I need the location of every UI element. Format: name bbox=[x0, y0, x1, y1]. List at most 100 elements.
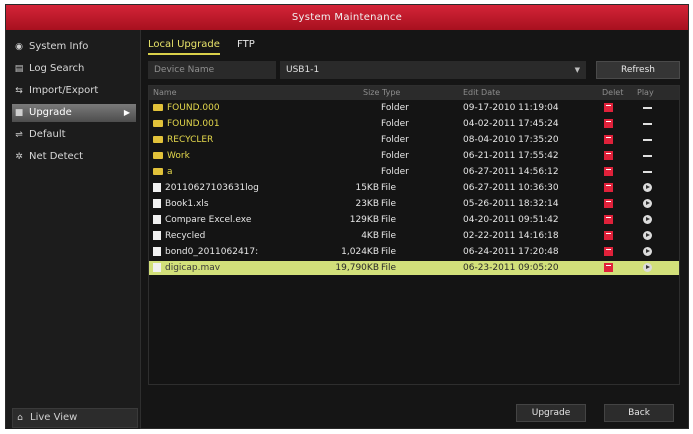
back-button[interactable]: Back bbox=[604, 404, 674, 422]
table-row[interactable]: digicap.mav 19,790KB File 06-23-2011 09:05:… bbox=[149, 261, 679, 275]
file-name-text: FOUND.001 bbox=[167, 119, 220, 129]
file-size: 4KB bbox=[361, 231, 379, 241]
play-icon[interactable] bbox=[639, 229, 655, 245]
file-size: 15KB bbox=[355, 183, 379, 193]
delete-icon[interactable] bbox=[604, 197, 620, 213]
table-row[interactable]: Compare Excel.exe 129KB File 04-20-2011 09:… bbox=[149, 213, 679, 227]
sidebar-item-default[interactable]: ⇌ Default bbox=[12, 126, 136, 144]
sidebar-item-net-detect[interactable]: ✲ Net Detect bbox=[12, 148, 136, 166]
table-row[interactable]: FOUND.000 Folder 09-17-2010 11:19:04 bbox=[149, 101, 679, 115]
dash-icon bbox=[639, 101, 655, 115]
delete-icon[interactable] bbox=[604, 181, 620, 197]
device-name-label: Device Name bbox=[148, 61, 276, 79]
file-name: FOUND.000 bbox=[153, 101, 279, 115]
file-icon bbox=[153, 215, 161, 224]
tab-ftp[interactable]: FTP bbox=[237, 37, 255, 53]
play-icon[interactable] bbox=[639, 181, 655, 197]
table-row[interactable]: Book1.xls 23KB File 05-26-2011 18:32:14 bbox=[149, 197, 679, 211]
file-type: File bbox=[381, 199, 397, 209]
device-select-value: USB1-1 bbox=[286, 65, 320, 75]
delete-icon[interactable] bbox=[604, 149, 620, 165]
upgrade-button[interactable]: Upgrade bbox=[516, 404, 586, 422]
table-row[interactable]: 20110627103631log 15KB File 06-27-2011 10:3… bbox=[149, 181, 679, 195]
sidebar-item-label: Upgrade bbox=[29, 107, 72, 118]
table-row[interactable]: bond0_2011062417: 1,024KB File 06-24-2011 1… bbox=[149, 245, 679, 259]
dash-icon bbox=[639, 133, 655, 147]
file-type: File bbox=[381, 263, 397, 273]
dash-icon bbox=[639, 165, 655, 179]
dash-icon bbox=[639, 149, 655, 163]
file-name: Compare Excel.exe bbox=[153, 213, 279, 227]
file-date: 05-26-2011 18:32:14 bbox=[463, 199, 559, 209]
sidebar-item-upgrade[interactable]: ■ Upgrade ▶ bbox=[12, 104, 136, 122]
main-panel: Local Upgrade FTP Device Name USB1-1 ▼ R… bbox=[144, 33, 684, 426]
header-edit-date: Edit Date bbox=[463, 88, 501, 97]
network-icon: ✲ bbox=[15, 152, 23, 162]
play-icon[interactable] bbox=[639, 245, 655, 261]
sidebar-item-system-info[interactable]: ◉ System Info bbox=[12, 38, 136, 56]
header-play: Play bbox=[637, 88, 654, 97]
chevron-right-icon: ▶ bbox=[123, 108, 130, 117]
file-date: 06-27-2011 10:36:30 bbox=[463, 183, 559, 193]
sidebar: ◉ System Info ▤ Log Search ⇆ Import/Export … bbox=[6, 30, 141, 429]
delete-icon[interactable] bbox=[604, 213, 620, 229]
table-row[interactable]: Recycled 4KB File 02-22-2011 14:16:18 bbox=[149, 229, 679, 243]
delete-icon[interactable] bbox=[604, 165, 620, 181]
sidebar-item-label: Log Search bbox=[29, 63, 85, 74]
file-name-text: 20110627103631log bbox=[165, 183, 259, 193]
file-type: File bbox=[381, 183, 397, 193]
sidebar-item-import-export[interactable]: ⇆ Import/Export bbox=[12, 82, 136, 100]
file-icon bbox=[153, 199, 161, 208]
delete-icon[interactable] bbox=[604, 245, 620, 261]
device-select[interactable]: USB1-1 ▼ bbox=[280, 61, 586, 79]
sidebar-item-label: System Info bbox=[29, 41, 89, 52]
sidebar-item-label: Net Detect bbox=[29, 151, 84, 162]
file-name: Recycled bbox=[153, 229, 279, 243]
file-icon bbox=[153, 263, 161, 272]
file-name-text: RECYCLER bbox=[167, 135, 214, 145]
play-icon[interactable] bbox=[639, 213, 655, 229]
play-icon[interactable] bbox=[639, 261, 655, 277]
file-name: digicap.mav bbox=[153, 261, 279, 275]
upgrade-icon: ■ bbox=[14, 108, 24, 118]
file-name-text: Work bbox=[167, 151, 190, 161]
live-view-label: Live View bbox=[30, 412, 78, 423]
file-type: File bbox=[381, 215, 397, 225]
delete-icon[interactable] bbox=[604, 229, 620, 245]
play-icon[interactable] bbox=[639, 197, 655, 213]
file-date: 06-21-2011 17:55:42 bbox=[463, 151, 559, 161]
file-date: 04-02-2011 17:45:24 bbox=[463, 119, 559, 129]
table-row[interactable]: FOUND.001 Folder 04-02-2011 17:45:24 bbox=[149, 117, 679, 131]
delete-icon[interactable] bbox=[604, 117, 620, 133]
sidebar-item-log-search[interactable]: ▤ Log Search bbox=[12, 60, 136, 78]
file-name-text: Recycled bbox=[165, 231, 206, 241]
tab-local-upgrade[interactable]: Local Upgrade bbox=[148, 37, 220, 55]
file-date: 06-27-2011 14:56:12 bbox=[463, 167, 559, 177]
file-table: Name Size Type Edit Date Delet Play FOUN… bbox=[148, 85, 680, 385]
table-row[interactable]: a Folder 06-27-2011 14:56:12 bbox=[149, 165, 679, 179]
refresh-button[interactable]: Refresh bbox=[596, 61, 680, 79]
file-size: 1,024KB bbox=[341, 247, 379, 257]
file-type: Folder bbox=[381, 119, 409, 129]
folder-icon bbox=[153, 152, 163, 159]
live-view-button[interactable]: ⌂ Live View bbox=[12, 408, 138, 428]
delete-icon[interactable] bbox=[604, 261, 620, 277]
file-type: Folder bbox=[381, 151, 409, 161]
file-date: 02-22-2011 14:16:18 bbox=[463, 231, 559, 241]
file-icon bbox=[153, 183, 161, 192]
delete-icon[interactable] bbox=[604, 133, 620, 149]
file-name: a bbox=[153, 165, 279, 179]
default-icon: ⇌ bbox=[15, 130, 23, 140]
file-date: 04-20-2011 09:51:42 bbox=[463, 215, 559, 225]
device-row: Device Name USB1-1 ▼ Refresh bbox=[148, 61, 680, 79]
delete-icon[interactable] bbox=[604, 101, 620, 117]
file-name-text: FOUND.000 bbox=[167, 103, 220, 113]
table-row[interactable]: Work Folder 06-21-2011 17:55:42 bbox=[149, 149, 679, 163]
dash-icon bbox=[639, 117, 655, 131]
file-name-text: Book1.xls bbox=[165, 199, 209, 209]
table-row[interactable]: RECYCLER Folder 08-04-2010 17:35:20 bbox=[149, 133, 679, 147]
file-name-text: Compare Excel.exe bbox=[165, 215, 252, 225]
file-size: 23KB bbox=[355, 199, 379, 209]
file-size: 129KB bbox=[349, 215, 379, 225]
file-name: bond0_2011062417: bbox=[153, 245, 279, 259]
